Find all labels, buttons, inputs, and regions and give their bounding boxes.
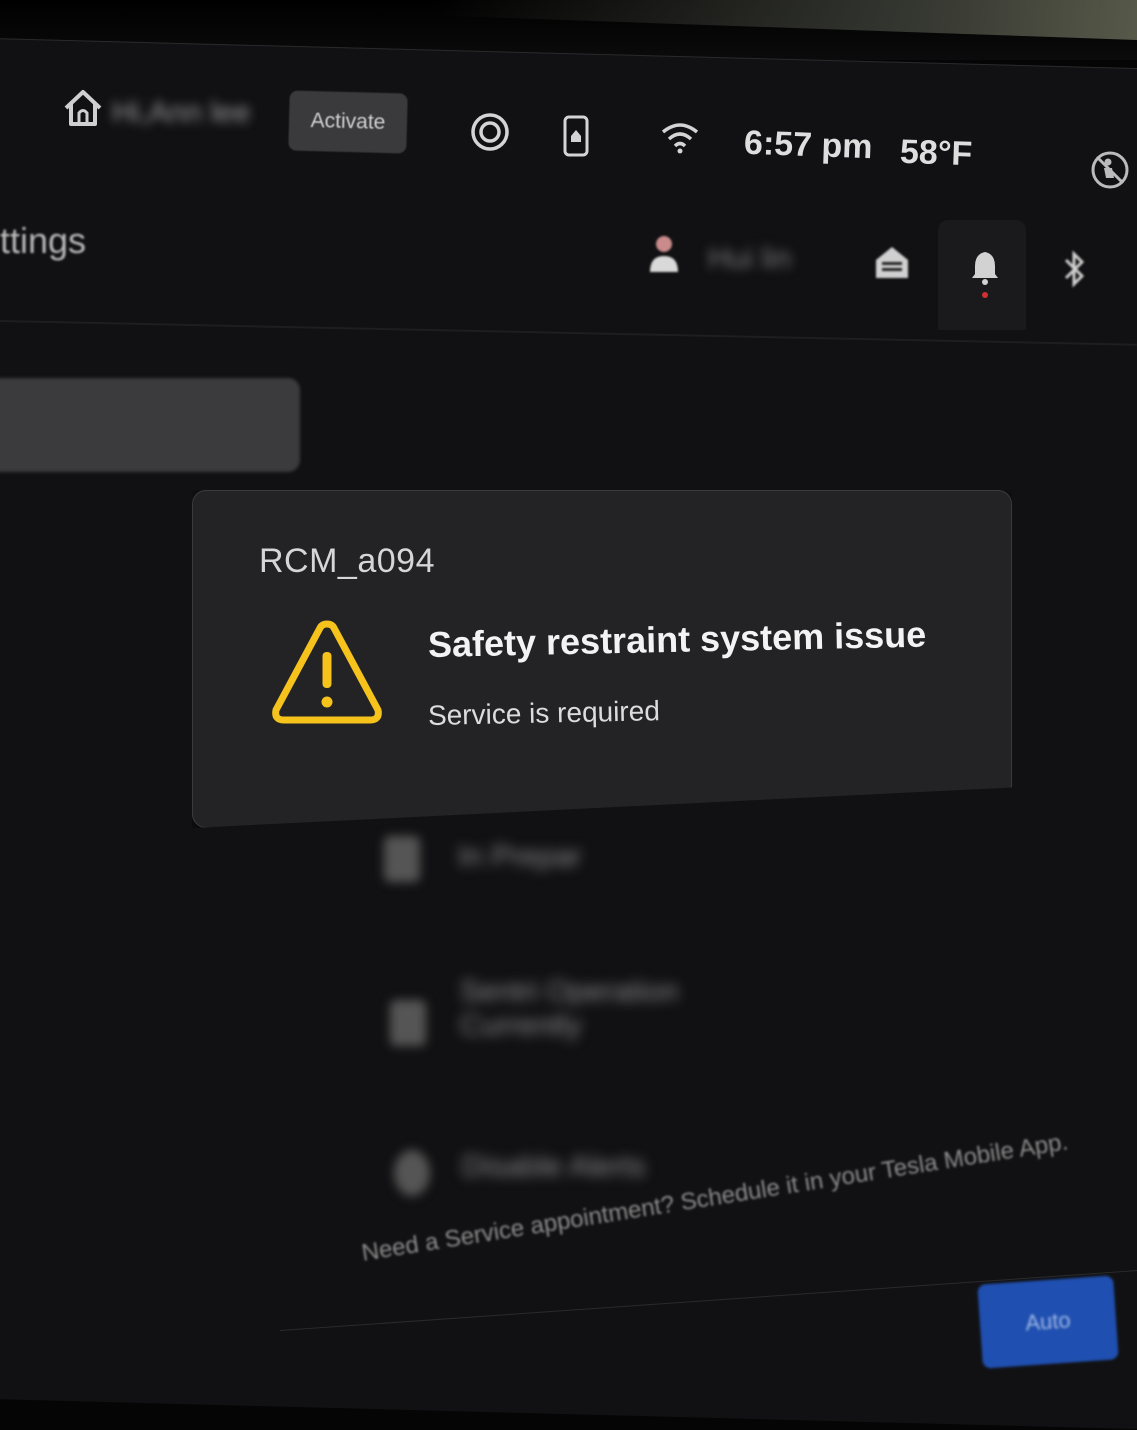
list-item[interactable]: Sentri Operation Currently [460, 975, 680, 1043]
auto-button[interactable]: Auto [977, 1275, 1119, 1369]
page-title: ttings [0, 220, 87, 261]
clock: 6:57 pm [743, 123, 874, 167]
alert-code: RCM_a094 [259, 542, 435, 580]
warning-triangle-icon [272, 620, 382, 724]
sidebar-selected-item[interactable] [0, 378, 300, 472]
bluetooth-icon[interactable] [1062, 250, 1086, 288]
passenger-airbag-off-icon [1091, 151, 1129, 189]
notification-dot [982, 292, 988, 298]
list-item-icon [394, 1150, 430, 1196]
list-item[interactable]: In Prepar [458, 840, 581, 874]
home-icon[interactable] [62, 88, 104, 128]
list-item[interactable]: Disable Alerts [462, 1150, 645, 1184]
profile-name[interactable]: Hi,Ann lee [112, 96, 250, 130]
alert-subtitle: Service is required [427, 695, 661, 731]
list-item-icon [390, 1000, 426, 1046]
garage-icon[interactable] [874, 244, 910, 280]
activate-button[interactable]: Activate [288, 90, 408, 154]
bell-icon[interactable] [970, 250, 1000, 286]
outside-temperature: 58°F [899, 132, 973, 174]
wifi-icon[interactable] [660, 120, 700, 156]
list-item-icon [384, 836, 420, 882]
user-name[interactable]: Hui lin [708, 242, 791, 276]
sentry-icon[interactable] [470, 112, 510, 152]
user-icon[interactable] [648, 234, 680, 274]
phone-key-icon[interactable] [562, 114, 590, 158]
